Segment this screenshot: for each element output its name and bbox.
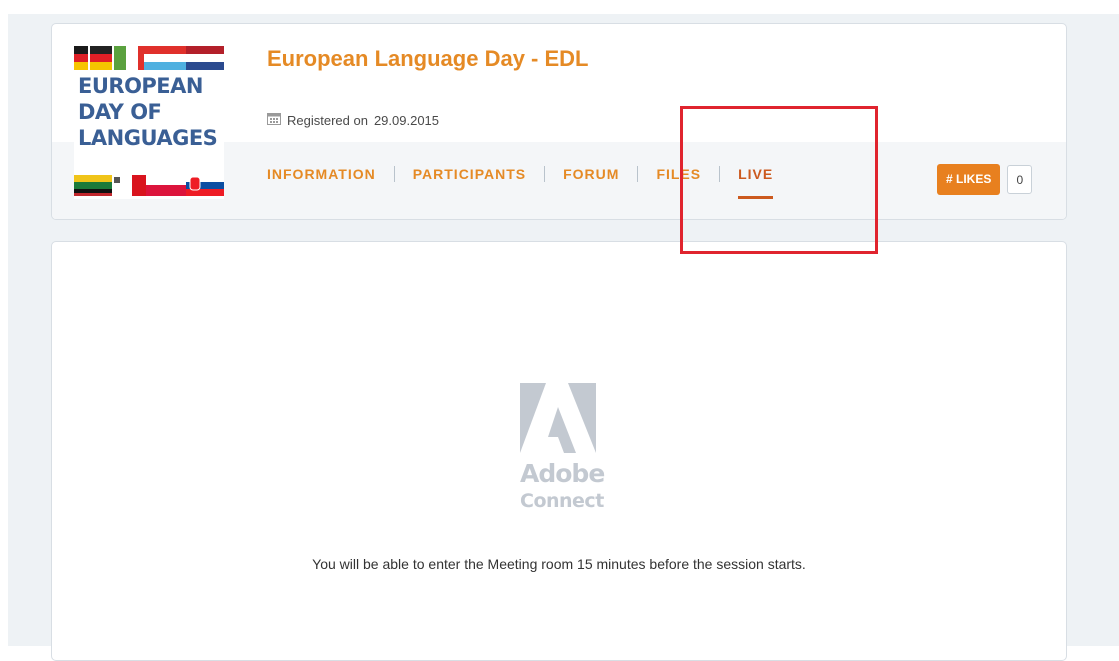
tab-forum[interactable]: FORUM bbox=[563, 166, 619, 182]
event-header-card: EUROPEAN DAY OF LANGUAGES European Langu… bbox=[51, 23, 1067, 220]
adobe-connect-icon bbox=[520, 383, 596, 453]
event-tabs: INFORMATION PARTICIPANTS FORUM FILES LIV… bbox=[267, 166, 774, 199]
tab-live[interactable]: LIVE bbox=[738, 166, 774, 199]
adobe-connect-logo: Adobe Connect bbox=[520, 383, 605, 518]
event-title[interactable]: European Language Day - EDL bbox=[267, 46, 589, 72]
logo-line: LANGUAGES bbox=[78, 126, 218, 150]
likes-group: # LIKES 0 bbox=[937, 164, 1033, 195]
event-logo: EUROPEAN DAY OF LANGUAGES bbox=[74, 43, 224, 199]
connect-wordmark: Connect bbox=[520, 490, 604, 512]
logo-line: DAY OF bbox=[78, 100, 162, 124]
likes-count: 0 bbox=[1007, 165, 1033, 194]
adobe-wordmark: Adobe bbox=[520, 459, 605, 488]
tab-divider bbox=[719, 166, 721, 182]
calendar-icon bbox=[267, 112, 281, 128]
live-session-panel: Adobe Connect You will be able to enter … bbox=[51, 241, 1067, 661]
logo-wordmark: EUROPEAN DAY OF LANGUAGES bbox=[78, 73, 218, 151]
registered-info: Registered on 29.09.2015 bbox=[267, 112, 439, 128]
tab-files[interactable]: FILES bbox=[656, 166, 701, 182]
likes-button[interactable]: # LIKES bbox=[937, 164, 1001, 195]
logo-line: EUROPEAN bbox=[78, 74, 203, 98]
tab-divider bbox=[544, 166, 546, 182]
registered-label: Registered on bbox=[287, 112, 368, 128]
tab-information[interactable]: INFORMATION bbox=[267, 166, 376, 182]
registered-date: 29.09.2015 bbox=[373, 112, 440, 128]
tab-divider bbox=[393, 166, 395, 182]
tab-divider bbox=[637, 166, 639, 182]
tab-participants[interactable]: PARTICIPANTS bbox=[413, 166, 526, 182]
meeting-room-message: You will be able to enter the Meeting ro… bbox=[312, 556, 806, 572]
